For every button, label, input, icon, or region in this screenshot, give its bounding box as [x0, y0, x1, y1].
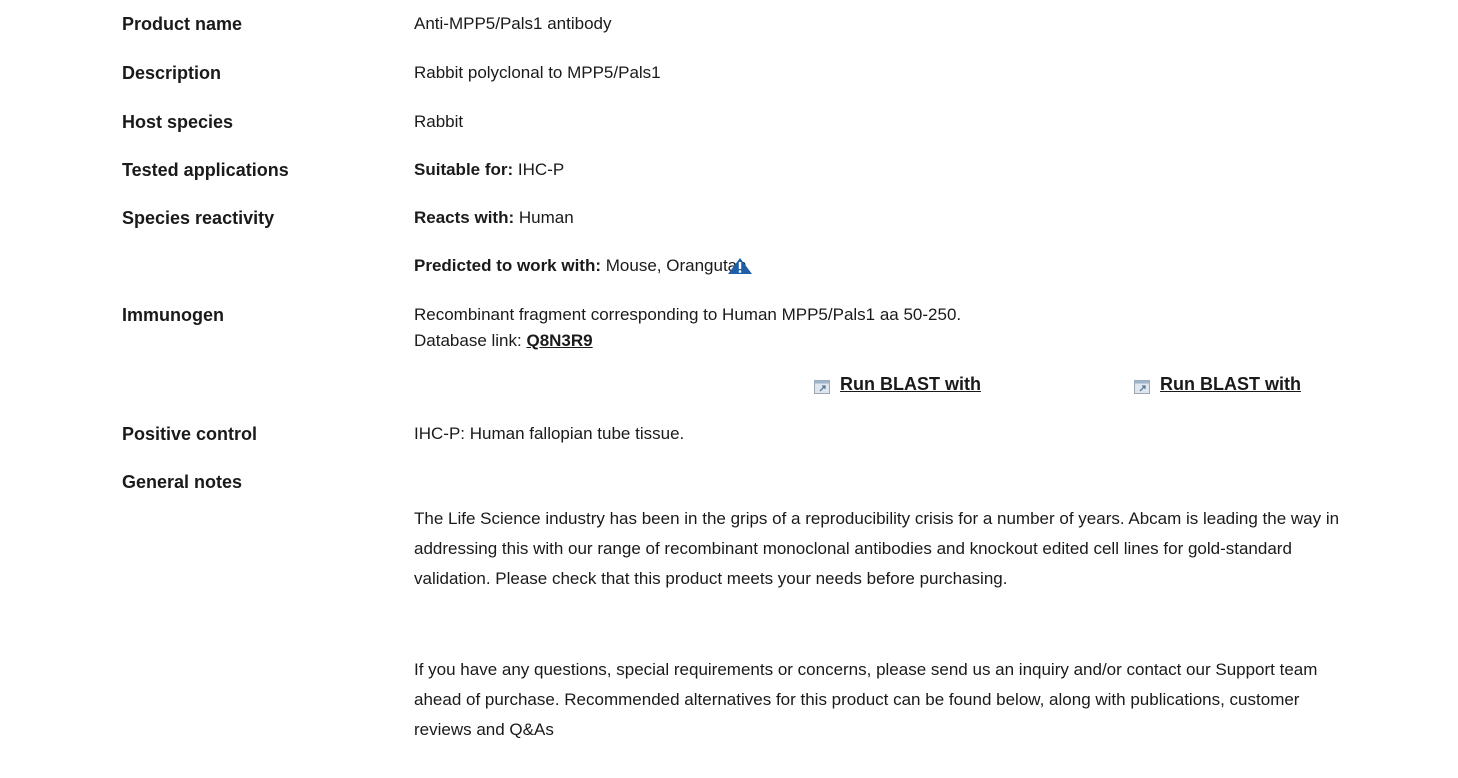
value-product-name: Anti-MPP5/Pals1 antibody: [414, 14, 612, 33]
value-immunogen: Recombinant fragment corresponding to Hu…: [414, 305, 962, 324]
label-positive-control: Positive control: [122, 424, 258, 444]
value-positive-control: IHC-P: Human fallopian tube tissue.: [414, 424, 685, 443]
label-description: Description: [122, 63, 222, 83]
general-notes-paragraph-2: If you have any questions, special requi…: [414, 660, 1318, 739]
value-reacts-with: Reacts with: Human: [414, 208, 574, 228]
suitable-for-prefix: Suitable for:: [414, 160, 514, 179]
label-immunogen: Immunogen: [122, 305, 224, 325]
external-link-icon: [1134, 378, 1150, 394]
value-predicted-to-work: Predicted to work with: Mouse, Orangutan: [414, 256, 747, 276]
run-blast-link-1[interactable]: Run BLAST with: [840, 374, 981, 395]
value-host-species: Rabbit: [414, 112, 464, 131]
predicted-value: Mouse, Orangutan: [605, 256, 747, 275]
value-tested-applications: Suitable for: IHC-P: [414, 160, 564, 180]
general-notes-paragraph-1: The Life Science industry has been in th…: [414, 509, 1340, 588]
database-link-prefix: Database link:: [414, 331, 522, 350]
predicted-prefix: Predicted to work with:: [414, 256, 602, 275]
reacts-with-prefix: Reacts with:: [414, 208, 515, 227]
label-general-notes: General notes: [122, 472, 243, 492]
database-link-line: Database link: Q8N3R9: [414, 331, 593, 351]
label-species-reactivity: Species reactivity: [122, 208, 275, 228]
run-blast-button-2[interactable]: Run BLAST with: [1134, 374, 1301, 395]
reacts-with-value: Human: [518, 208, 574, 227]
warning-triangle-icon[interactable]: [727, 257, 753, 275]
suitable-for-value: IHC-P: [517, 160, 565, 179]
external-link-icon: [814, 378, 830, 394]
run-blast-button-1[interactable]: Run BLAST with: [814, 374, 981, 395]
database-link-q8n3r9[interactable]: Q8N3R9: [526, 331, 592, 350]
value-description: Rabbit polyclonal to MPP5/Pals1: [414, 63, 661, 82]
label-tested-applications: Tested applications: [122, 160, 289, 180]
label-host-species: Host species: [122, 112, 234, 132]
label-product-name: Product name: [122, 14, 243, 34]
run-blast-link-2[interactable]: Run BLAST with: [1160, 374, 1301, 395]
